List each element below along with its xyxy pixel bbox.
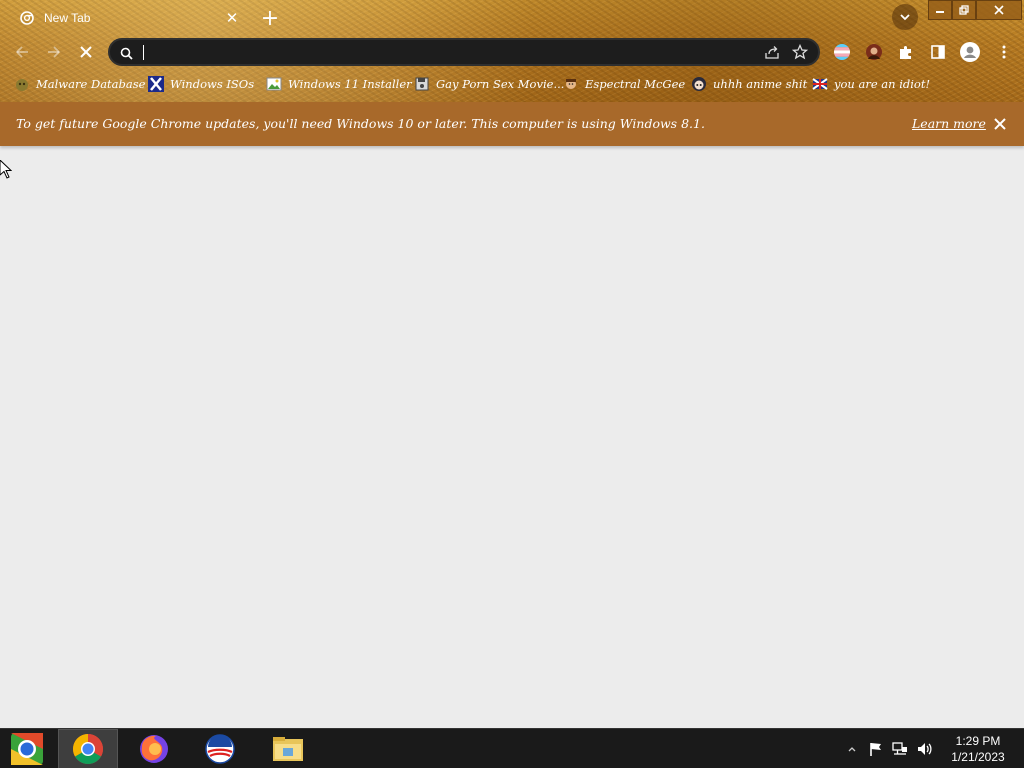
bookmark-malware-database[interactable]: Malware Database — [14, 72, 145, 96]
bookmark-label: Malware Database — [36, 77, 146, 91]
trans-flag-extension-icon[interactable] — [832, 42, 852, 62]
back-arrow-icon — [15, 46, 28, 58]
bookmark-label: uhhh anime shit — [713, 77, 808, 91]
taskbar-obama-logo-app[interactable] — [190, 729, 250, 768]
side-panel-icon[interactable] — [928, 42, 948, 62]
bookmark-gay-porn-sex-movie[interactable]: Gay Porn Sex Movie... — [414, 72, 564, 96]
taskbar-file-explorer[interactable] — [258, 729, 318, 768]
browser-frame: New Tab ✕ + Malware Database Windows ISO… — [0, 0, 1024, 102]
search-icon — [120, 45, 133, 64]
close-window-button[interactable] — [976, 0, 1022, 20]
character-icon — [563, 76, 579, 92]
stop-icon — [80, 46, 92, 58]
bookmark-star-icon[interactable] — [791, 43, 809, 64]
clock-date: 1/21/2023 — [951, 750, 1005, 764]
forward-button[interactable] — [42, 40, 66, 64]
floppy-icon — [414, 76, 430, 92]
x-icon — [148, 76, 164, 92]
minimize-button[interactable] — [928, 0, 952, 20]
anime-face-icon — [691, 76, 707, 92]
system-clock[interactable]: 1:29 PM 1/21/2023 — [940, 733, 1016, 765]
network-icon[interactable] — [892, 741, 908, 757]
learn-more-link[interactable]: Learn more — [912, 116, 986, 131]
bookmark-windows-11-installer[interactable]: Windows 11 Installer — [266, 72, 412, 96]
address-bar[interactable] — [108, 38, 820, 66]
bookmark-uhhh-anime-shit[interactable]: uhhh anime shit — [691, 72, 807, 96]
folder-icon — [273, 737, 303, 761]
extensions-puzzle-icon[interactable] — [896, 42, 916, 62]
profile-avatar-icon[interactable] — [958, 40, 982, 64]
bookmark-you-are-an-idiot[interactable]: you are an idiot! — [812, 72, 930, 96]
text-caret — [143, 45, 144, 60]
malware-icon — [14, 76, 30, 92]
start-button[interactable] — [0, 729, 54, 768]
flag-icon — [812, 76, 828, 92]
volume-icon[interactable] — [916, 741, 932, 757]
chevron-down-icon — [900, 14, 910, 21]
chrome-icon — [72, 734, 104, 765]
action-center-flag-icon[interactable] — [868, 741, 884, 757]
tab-search-button[interactable] — [892, 4, 918, 30]
firefox-icon — [140, 735, 168, 763]
kebab-menu-icon[interactable] — [994, 42, 1014, 62]
share-icon[interactable] — [764, 44, 780, 64]
chrome-favicon-icon — [20, 11, 34, 25]
back-button[interactable] — [10, 40, 34, 64]
show-hidden-icons-icon[interactable] — [844, 741, 860, 757]
page-content[interactable] — [0, 146, 1024, 728]
tab-new-tab[interactable]: New Tab ✕ — [8, 4, 248, 32]
avatar-extension-icon[interactable] — [864, 42, 884, 62]
bookmark-label: you are an idiot! — [834, 77, 931, 91]
infobar-message: To get future Google Chrome updates, you… — [16, 116, 705, 131]
bookmark-label: Windows ISOs — [170, 77, 255, 91]
close-tab-icon[interactable]: ✕ — [222, 8, 242, 28]
taskbar-firefox[interactable] — [124, 729, 184, 768]
bookmark-label: Gay Porn Sex Movie... — [436, 77, 565, 91]
tab-title: New Tab — [44, 11, 91, 25]
image-icon — [266, 76, 282, 92]
bookmark-espectral-mcgee[interactable]: Espectral McGee — [563, 72, 685, 96]
mouse-cursor-icon — [0, 159, 13, 184]
new-tab-button[interactable]: + — [258, 6, 282, 31]
bookmarks-bar: Malware Database Windows ISOs Windows 11… — [0, 72, 1024, 96]
obama-logo-icon — [205, 734, 235, 764]
taskbar: 1:29 PM 1/21/2023 — [0, 728, 1024, 768]
taskbar-chrome[interactable] — [58, 729, 118, 768]
close-infobar-icon[interactable] — [991, 115, 1009, 133]
bookmark-windows-isos[interactable]: Windows ISOs — [148, 72, 254, 96]
stop-loading-button[interactable] — [74, 40, 98, 64]
restore-button[interactable] — [952, 0, 976, 20]
update-warning-infobar: To get future Google Chrome updates, you… — [0, 102, 1024, 146]
address-input[interactable] — [140, 43, 744, 63]
bookmark-label: Espectral McGee — [585, 77, 686, 91]
clock-time: 1:29 PM — [955, 734, 1001, 748]
start-logo-icon — [11, 733, 43, 765]
forward-arrow-icon — [48, 46, 61, 58]
bookmark-label: Windows 11 Installer — [288, 77, 412, 91]
